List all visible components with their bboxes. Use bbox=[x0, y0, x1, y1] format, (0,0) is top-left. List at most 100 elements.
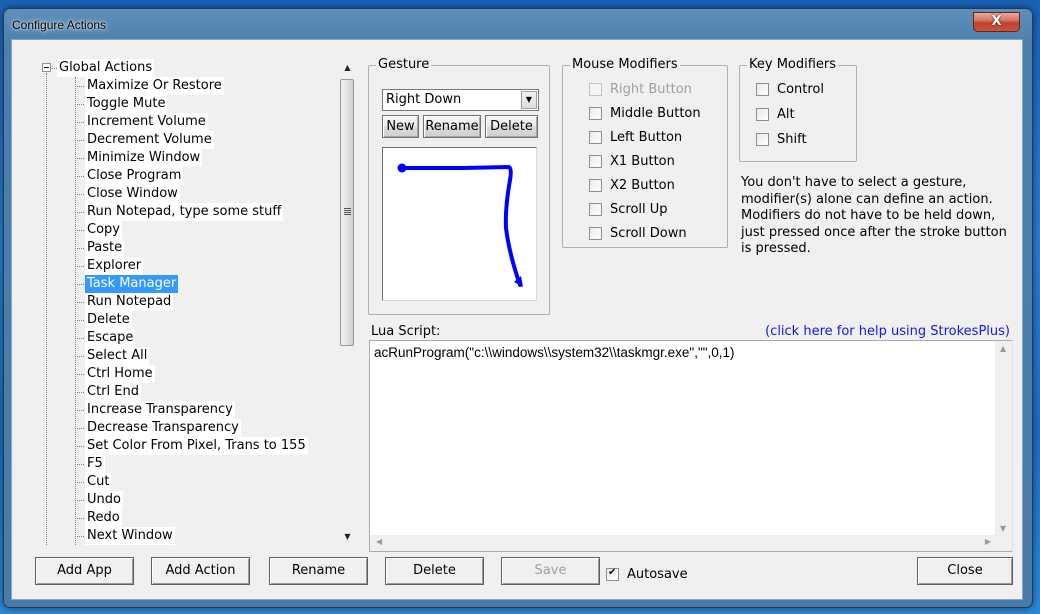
checkbox-icon[interactable] bbox=[589, 154, 602, 168]
scrollbar-corner bbox=[995, 534, 1012, 551]
tree-item-label[interactable]: Run Notepad, type some stuff bbox=[85, 203, 284, 221]
tree-item-label[interactable]: Decrement Volume bbox=[85, 131, 214, 149]
rename-gesture-button[interactable]: Rename bbox=[423, 115, 481, 138]
key-modifiers-group: Key Modifiers Control Alt Shift bbox=[739, 57, 857, 162]
chevron-down-icon[interactable]: ▼ bbox=[521, 91, 537, 109]
checkbox-icon[interactable] bbox=[756, 132, 769, 146]
configure-actions-window: Configure Actions X Global Actions Maxim… bbox=[3, 8, 1033, 608]
tree-item-label[interactable]: Decrease Transparency bbox=[85, 419, 241, 437]
tree-line bbox=[75, 176, 84, 177]
scroll-up-arrow-icon[interactable]: ▲ bbox=[1000, 344, 1006, 353]
autosave-checkbox[interactable]: Autosave bbox=[606, 565, 688, 583]
editor-horizontal-scrollbar[interactable]: ◀ ▶ bbox=[370, 535, 997, 551]
tree-item-label[interactable]: Delete bbox=[85, 311, 132, 329]
tree-vertical-scrollbar[interactable]: ▲ ▼ bbox=[339, 59, 356, 545]
tree-line bbox=[75, 122, 84, 123]
checkbox-icon[interactable] bbox=[756, 107, 769, 121]
tree-line bbox=[75, 212, 84, 213]
checkbox-icon[interactable] bbox=[589, 178, 602, 192]
actions-tree[interactable]: Global Actions Maximize Or Restore Toggle… bbox=[34, 59, 352, 545]
delete-action-button[interactable]: Delete bbox=[385, 557, 484, 585]
tree-item-label[interactable]: Close Window bbox=[85, 185, 180, 203]
gesture-group: Gesture Right Down ▼ New Rename Delete bbox=[368, 57, 550, 315]
gesture-group-title: Gesture bbox=[376, 57, 432, 73]
tree-item-label[interactable]: Paste bbox=[85, 239, 125, 257]
scroll-left-arrow-icon[interactable]: ◀ bbox=[376, 537, 382, 546]
scrollbar-thumb[interactable] bbox=[340, 79, 354, 346]
tree-item-label[interactable]: F5 bbox=[85, 455, 105, 473]
modifier-checkbox[interactable]: X2 Button bbox=[589, 176, 675, 194]
checkbox-label: X2 Button bbox=[610, 177, 675, 193]
tree-item-label[interactable]: Task Manager bbox=[85, 275, 179, 293]
tree-line bbox=[75, 500, 84, 501]
scroll-right-arrow-icon[interactable]: ▶ bbox=[985, 537, 991, 546]
title-bar[interactable]: Configure Actions X bbox=[4, 9, 1032, 39]
new-gesture-button[interactable]: New bbox=[382, 115, 419, 138]
tree-item-label[interactable]: Select All bbox=[85, 347, 150, 365]
tree-item-label[interactable]: Undo bbox=[85, 491, 123, 509]
tree-item-label[interactable]: Set Color From Pixel, Trans to 155 bbox=[85, 437, 308, 455]
scroll-down-arrow-icon[interactable]: ▼ bbox=[1000, 524, 1006, 533]
tree-item-label[interactable]: Escape bbox=[85, 329, 136, 347]
tree-item-label[interactable]: Explorer bbox=[85, 257, 144, 275]
checkbox-icon[interactable] bbox=[589, 130, 602, 144]
tree-line bbox=[75, 158, 84, 159]
tree-item-label[interactable]: Increment Volume bbox=[85, 113, 208, 131]
checkbox-icon[interactable] bbox=[756, 82, 769, 96]
modifier-checkbox[interactable]: Middle Button bbox=[589, 104, 701, 122]
collapse-icon[interactable] bbox=[42, 63, 51, 72]
checkbox-label: Control bbox=[777, 81, 824, 97]
checkbox-icon[interactable] bbox=[589, 106, 602, 120]
scroll-down-arrow-icon[interactable]: ▼ bbox=[339, 528, 356, 545]
help-link[interactable]: (click here for help using StrokesPlus) bbox=[765, 324, 1010, 339]
add-action-button[interactable]: Add Action bbox=[151, 557, 250, 585]
gesture-select[interactable]: Right Down ▼ bbox=[382, 89, 539, 111]
tree-item-label[interactable]: Minimize Window bbox=[85, 149, 203, 167]
checkbox-label: X1 Button bbox=[610, 153, 675, 169]
modifier-checkbox[interactable]: Control bbox=[756, 80, 824, 98]
tree-line bbox=[75, 428, 84, 429]
lua-script-code[interactable]: acRunProgram("c:\\windows\\system32\\tas… bbox=[374, 345, 735, 360]
tree-line bbox=[75, 230, 84, 231]
add-app-button[interactable]: Add App bbox=[35, 557, 134, 585]
tree-item-label[interactable]: Toggle Mute bbox=[85, 95, 168, 113]
modifier-checkbox[interactable]: X1 Button bbox=[589, 152, 675, 170]
tree-line bbox=[75, 374, 84, 375]
checkbox-icon[interactable] bbox=[589, 202, 602, 216]
tree-item-label[interactable]: Copy bbox=[85, 221, 122, 239]
tree-line bbox=[75, 194, 84, 195]
checkbox-icon[interactable] bbox=[589, 226, 602, 240]
close-window-button[interactable]: X bbox=[973, 12, 1020, 32]
checkbox-label: Left Button bbox=[610, 129, 683, 145]
modifier-checkbox[interactable]: Shift bbox=[756, 130, 807, 148]
tree-item-label[interactable]: Next Window bbox=[85, 527, 175, 545]
tree-line bbox=[75, 86, 84, 87]
tree-item-label[interactable]: Cut bbox=[85, 473, 112, 491]
lua-script-editor[interactable]: acRunProgram("c:\\windows\\system32\\tas… bbox=[369, 340, 1013, 552]
scroll-up-arrow-icon[interactable]: ▲ bbox=[339, 59, 356, 76]
tree-item-label[interactable]: Maximize Or Restore bbox=[85, 77, 224, 95]
tree-item-label[interactable]: Run Notepad bbox=[85, 293, 174, 311]
tree-item-label[interactable]: Ctrl Home bbox=[85, 365, 155, 383]
tree-item-label[interactable]: Close Program bbox=[85, 167, 184, 185]
tree-item-label[interactable]: Increase Transparency bbox=[85, 401, 235, 419]
tree-line bbox=[75, 248, 84, 249]
tree-item-label[interactable]: Ctrl End bbox=[85, 383, 141, 401]
tree-root-global-actions[interactable]: Global Actions bbox=[57, 59, 155, 77]
save-button[interactable]: Save bbox=[501, 557, 600, 585]
modifier-checkbox[interactable]: Scroll Up bbox=[589, 200, 668, 218]
tree-line bbox=[75, 140, 84, 141]
modifier-checkbox[interactable]: Scroll Down bbox=[589, 224, 687, 242]
dialog-client-area: Global Actions Maximize Or Restore Toggle… bbox=[11, 39, 1023, 600]
close-button[interactable]: Close bbox=[917, 557, 1013, 585]
tree-line bbox=[75, 446, 84, 447]
tree-item-label[interactable]: Redo bbox=[85, 509, 122, 527]
rename-action-button[interactable]: Rename bbox=[269, 557, 368, 585]
checkbox-icon[interactable] bbox=[606, 567, 619, 581]
autosave-label: Autosave bbox=[627, 566, 688, 582]
gesture-select-value: Right Down bbox=[386, 92, 462, 107]
editor-vertical-scrollbar[interactable]: ▲ ▼ bbox=[995, 341, 1012, 536]
modifier-checkbox[interactable]: Alt bbox=[756, 105, 795, 123]
modifier-checkbox[interactable]: Left Button bbox=[589, 128, 682, 146]
delete-gesture-button[interactable]: Delete bbox=[485, 115, 538, 138]
